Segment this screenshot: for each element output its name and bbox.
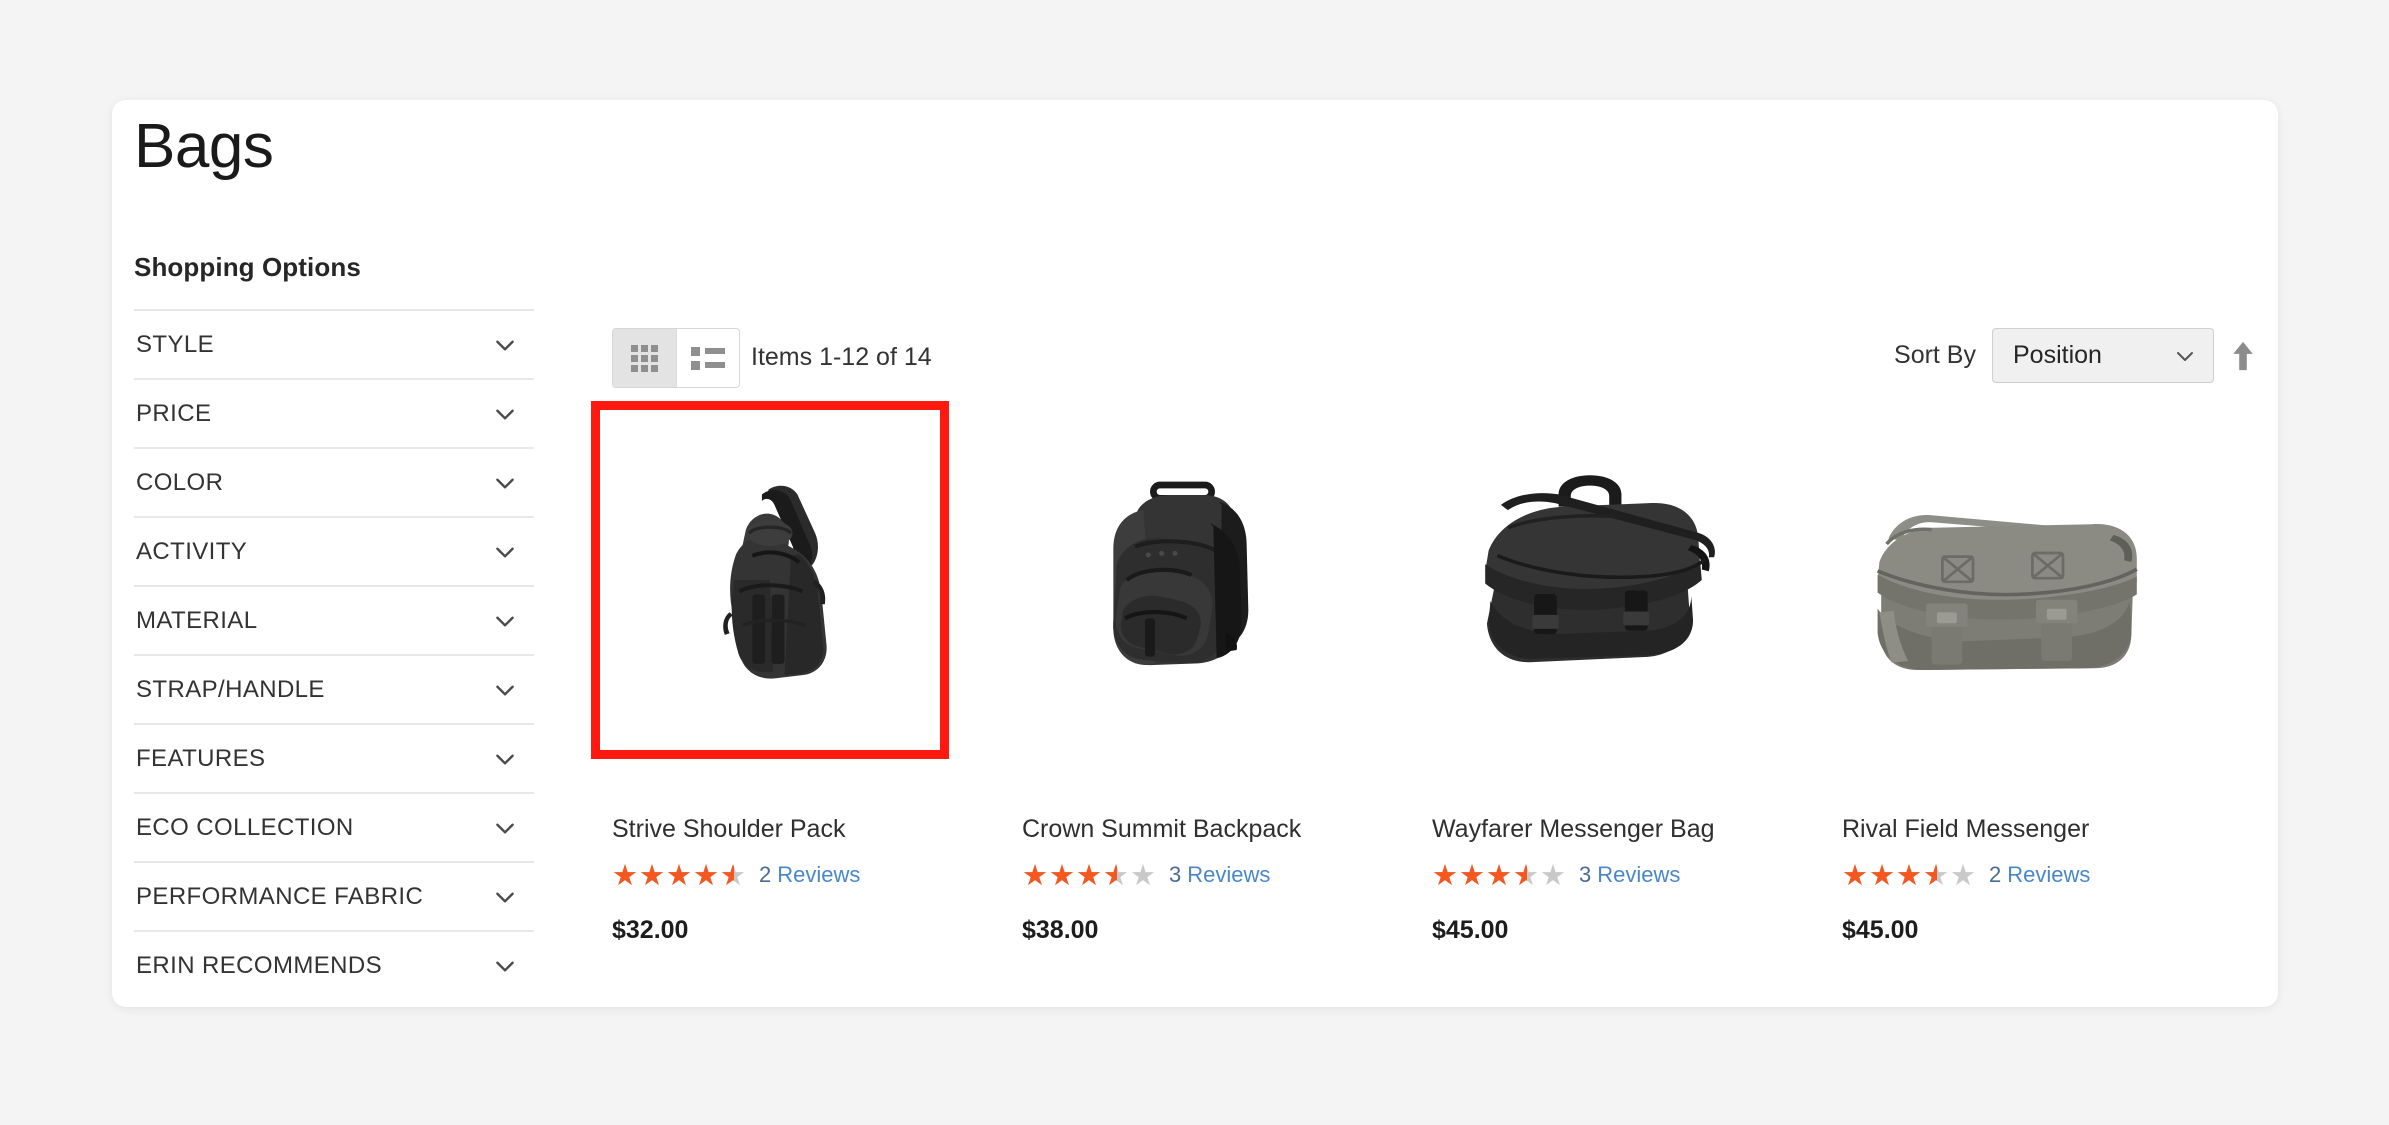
product-name[interactable]: Wayfarer Messenger Bag <box>1432 814 1842 844</box>
rating-row: ★★★★★★★★★★ 3Reviews <box>1432 860 1842 890</box>
reviews-label: Reviews <box>777 862 861 887</box>
star-rating: ★★★★★★★★★★ <box>612 857 747 892</box>
chevron-down-icon <box>492 884 518 910</box>
filter-label: STYLE <box>136 330 215 358</box>
filter-item-activity[interactable]: ACTIVITY <box>134 516 534 585</box>
chevron-down-icon <box>492 332 518 358</box>
page-title: Bags <box>134 112 274 181</box>
product-image-link[interactable] <box>1440 430 1740 730</box>
filter-item-color[interactable]: COLOR <box>134 447 534 516</box>
list-view-button[interactable] <box>676 329 739 387</box>
filter-label: PRICE <box>136 399 212 427</box>
product-image-messenger-bag-gray <box>1876 514 2138 670</box>
shopping-options-sidebar: Shopping Options STYLE PRICE COLOR ACTIVITY… <box>134 252 534 999</box>
chevron-down-icon <box>492 539 518 565</box>
reviews-count: 3 <box>1169 862 1182 887</box>
star-rating: ★★★★★★★★★★ <box>1432 857 1567 892</box>
sort-by-value: Position <box>2013 341 2102 369</box>
reviews-label: Reviews <box>1597 862 1681 887</box>
reviews-count: 2 <box>759 862 772 887</box>
star-rating: ★★★★★★★★★★ <box>1022 857 1157 892</box>
reviews-link[interactable]: 2 Reviews <box>1989 862 2090 888</box>
filter-label: PERFORMANCE FABRIC <box>136 882 424 910</box>
product-grid: Strive Shoulder Pack ★★★★★ ★★★★★ 2 Reviews $3… <box>591 401 2268 945</box>
filter-label: ACTIVITY <box>136 537 248 565</box>
view-mode-switcher <box>612 328 740 388</box>
filter-item-erin-recommends[interactable]: ERIN RECOMMENDS <box>134 930 534 999</box>
product-card[interactable]: Crown Summit Backpack ★★★★★★★★★★ 3Reviews $… <box>1022 430 1432 945</box>
chevron-down-icon <box>492 746 518 772</box>
chevron-down-icon <box>492 608 518 634</box>
star-rating: ★★★★★★★★★★ <box>1842 857 1977 892</box>
filter-item-features[interactable]: FEATURES <box>134 723 534 792</box>
sort-by-label: Sort By <box>1894 341 1976 369</box>
chevron-down-icon <box>492 401 518 427</box>
product-toolbar: Items 1-12 of 14 Sort By Position <box>612 328 2256 388</box>
filter-item-material[interactable]: MATERIAL <box>134 585 534 654</box>
product-image-link[interactable] <box>591 401 949 759</box>
product-image-link[interactable] <box>1030 430 1330 730</box>
reviews-count: 3 <box>1579 862 1592 887</box>
product-image-link[interactable] <box>1850 430 2150 730</box>
list-icon <box>691 346 725 370</box>
product-card[interactable]: Strive Shoulder Pack ★★★★★ ★★★★★ 2 Reviews $3… <box>591 401 1022 945</box>
filter-label: MATERIAL <box>136 606 258 634</box>
sidebar-heading: Shopping Options <box>134 252 361 282</box>
reviews-label: Reviews <box>1187 862 1271 887</box>
reviews-link[interactable]: 3 Reviews <box>1579 862 1680 888</box>
arrow-up-icon[interactable] <box>2230 339 2256 373</box>
product-card[interactable]: Rival Field Messenger ★★★★★★★★★★ 2Reviews $… <box>1842 430 2252 945</box>
sort-by-select[interactable]: Position <box>1992 328 2214 383</box>
product-price: $45.00 <box>1842 916 1919 944</box>
product-price: $45.00 <box>1432 916 1509 944</box>
product-price: $32.00 <box>612 916 689 944</box>
grid-view-button[interactable] <box>613 329 676 387</box>
product-image-backpack-black <box>1113 481 1249 666</box>
product-name[interactable]: Crown Summit Backpack <box>1022 814 1432 844</box>
reviews-link[interactable]: 2 Reviews <box>759 862 860 888</box>
product-price: $38.00 <box>1022 916 1099 944</box>
chevron-down-icon <box>2173 344 2197 368</box>
chevron-down-icon <box>492 953 518 979</box>
chevron-down-icon <box>492 677 518 703</box>
chevron-down-icon <box>492 470 518 496</box>
rating-row: ★★★★★★★★★★ 3Reviews <box>1022 860 1432 890</box>
filter-label: ERIN RECOMMENDS <box>136 951 383 979</box>
product-name[interactable]: Strive Shoulder Pack <box>612 814 1022 844</box>
rating-row: ★★★★★★★★★★ 2Reviews <box>612 860 1022 890</box>
rating-row: ★★★★★★★★★★ 2Reviews <box>1842 860 2252 890</box>
items-count: Items 1-12 of 14 <box>751 343 932 371</box>
reviews-label: Reviews <box>2007 862 2091 887</box>
product-image-sling-backpack-black <box>723 485 827 679</box>
filter-label: ECO COLLECTION <box>136 813 354 841</box>
sort-controls: Sort By Position <box>1894 328 2256 383</box>
filter-list: STYLE PRICE COLOR ACTIVITY MATERIAL STRAP/HAN… <box>134 309 534 999</box>
reviews-link[interactable]: 3 Reviews <box>1169 862 1270 888</box>
filter-item-performance-fabric[interactable]: PERFORMANCE FABRIC <box>134 861 534 930</box>
filter-item-style[interactable]: STYLE <box>134 309 534 378</box>
filter-item-price[interactable]: PRICE <box>134 378 534 447</box>
product-image-messenger-bag-black <box>1485 475 1715 663</box>
reviews-count: 2 <box>1989 862 2002 887</box>
grid-icon <box>631 344 658 372</box>
category-page-card: Bags Shopping Options STYLE PRICE COLOR ACT… <box>112 100 2278 1007</box>
product-card[interactable]: Wayfarer Messenger Bag ★★★★★★★★★★ 3Reviews… <box>1432 430 1842 945</box>
filter-label: COLOR <box>136 468 224 496</box>
filter-label: FEATURES <box>136 744 266 772</box>
chevron-down-icon <box>492 815 518 841</box>
filter-item-eco-collection[interactable]: ECO COLLECTION <box>134 792 534 861</box>
filter-item-strap-handle[interactable]: STRAP/HANDLE <box>134 654 534 723</box>
filter-label: STRAP/HANDLE <box>136 675 325 703</box>
product-name[interactable]: Rival Field Messenger <box>1842 814 2252 844</box>
